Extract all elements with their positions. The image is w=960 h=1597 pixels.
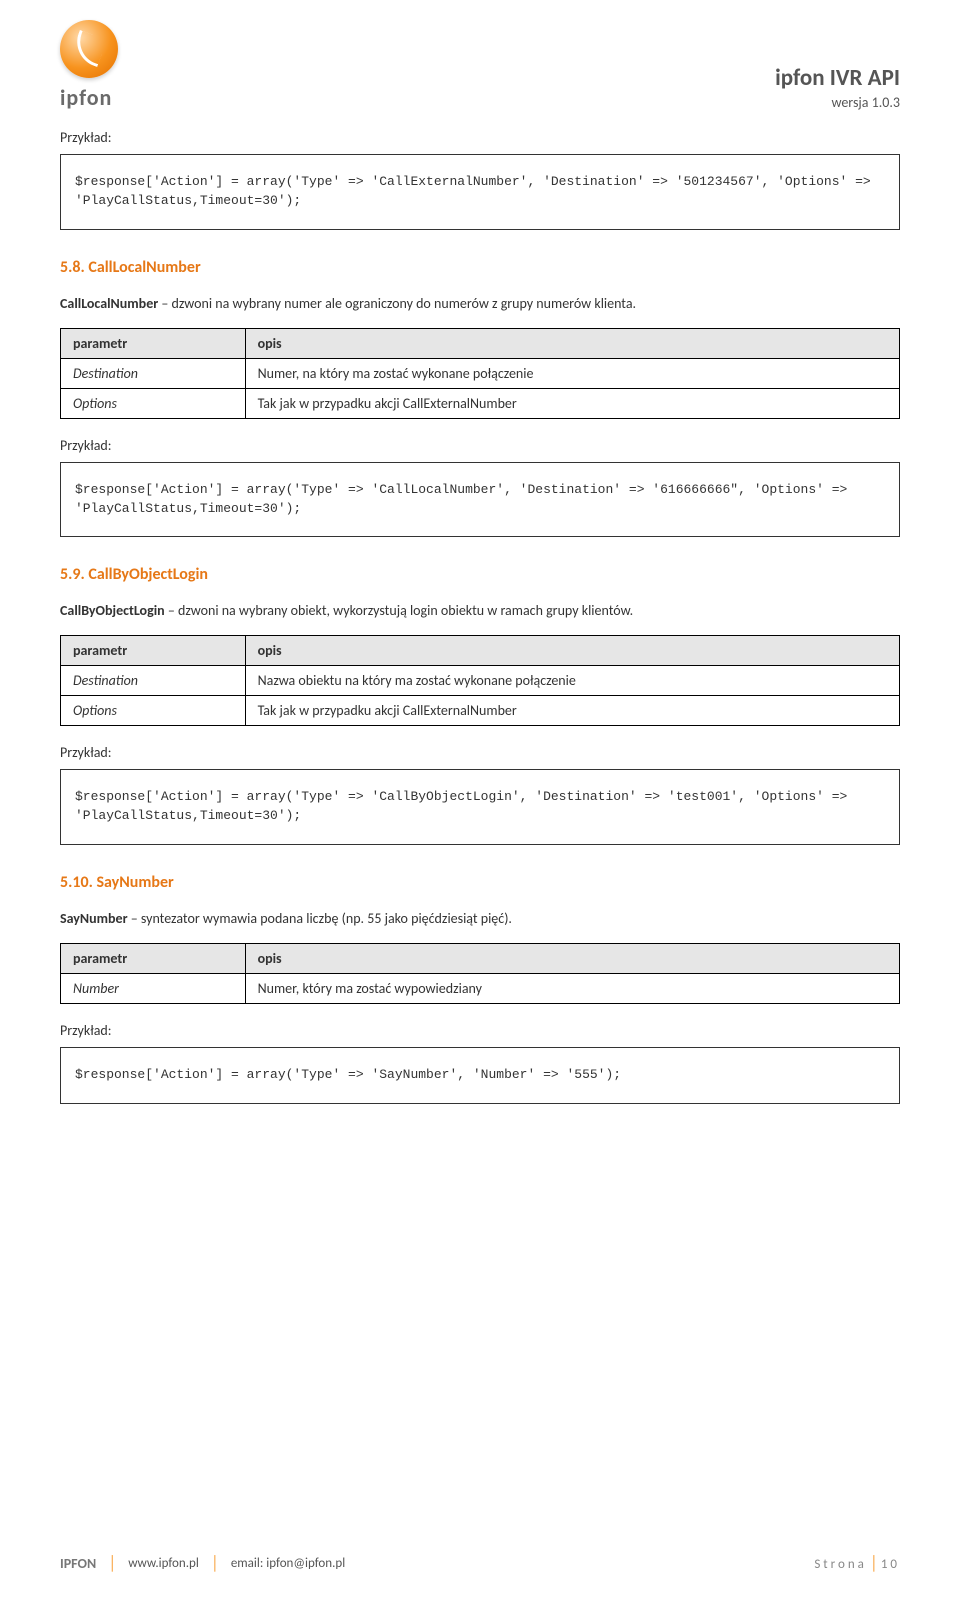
page-header: ipfon ipfon IVR API wersja 1.0.3 <box>60 20 900 111</box>
table-header-row: parametr opis <box>61 328 900 358</box>
table-row: Destination Nazwa obiektu na który ma zo… <box>61 666 900 696</box>
footer-left: IPFON │ www.ipfon.pl │ email: ipfon@ipfo… <box>60 1554 345 1573</box>
desc-text: – dzwoni na wybrany obiekt, wykorzystują… <box>165 602 634 619</box>
footer-email-value: ipfon@ipfon.pl <box>266 1556 345 1571</box>
param-desc-text: Tak jak w przypadku akcji CallExternalNu… <box>258 395 517 412</box>
code-example-1: $response['Action'] = array('Type' => 'C… <box>60 154 900 230</box>
th-desc: opis <box>245 328 899 358</box>
footer-email-label: email: <box>231 1556 266 1571</box>
th-param: parametr <box>61 944 246 974</box>
separator-icon: │ <box>870 1554 878 1573</box>
separator-icon: │ <box>108 1554 116 1573</box>
desc-bold-label: CallByObjectLogin <box>60 602 165 619</box>
code-example-3: $response['Action'] = array('Type' => 'C… <box>60 769 900 845</box>
table-row: Options Tak jak w przypadku akcji CallEx… <box>61 388 900 418</box>
code-example-4: $response['Action'] = array('Type' => 'S… <box>60 1047 900 1104</box>
section-title-5-8: 5.8. CallLocalNumber <box>60 258 900 277</box>
table-header-row: parametr opis <box>61 944 900 974</box>
doc-version: wersja 1.0.3 <box>775 94 900 111</box>
param-desc: Tak jak w przypadku akcji CallExternalNu… <box>245 388 899 418</box>
footer-right: Strona │ 10 <box>814 1554 900 1573</box>
param-name: Number <box>61 974 246 1004</box>
brand-logo-block: ipfon <box>60 20 118 111</box>
section-title-5-10: 5.10. SayNumber <box>60 873 900 892</box>
table-row: Options Tak jak w przypadku akcji CallEx… <box>61 696 900 726</box>
param-name: Options <box>61 388 246 418</box>
param-name: Options <box>61 696 246 726</box>
section-desc-5-10: SayNumber – syntezator wymawia podana li… <box>60 908 900 929</box>
th-desc: opis <box>245 636 899 666</box>
doc-title: ipfon IVR API <box>775 64 900 92</box>
section-desc-5-9: CallByObjectLogin – dzwoni na wybrany ob… <box>60 600 900 621</box>
table-header-row: parametr opis <box>61 636 900 666</box>
brand-name: ipfon <box>60 84 112 111</box>
table-row: Destination Numer, na który ma zostać wy… <box>61 358 900 388</box>
brand-logo-icon <box>60 20 118 78</box>
page-footer: IPFON │ www.ipfon.pl │ email: ipfon@ipfo… <box>60 1554 900 1573</box>
param-desc: Numer, na który ma zostać wykonane połąc… <box>245 358 899 388</box>
section-desc-5-8: CallLocalNumber – dzwoni na wybrany nume… <box>60 293 900 314</box>
table-row: Number Numer, który ma zostać wypowiedzi… <box>61 974 900 1004</box>
desc-bold-label: SayNumber <box>60 910 128 927</box>
th-desc: opis <box>245 944 899 974</box>
example-label: Przykład: <box>60 1022 900 1039</box>
param-table-5-8: parametr opis Destination Numer, na któr… <box>60 328 900 419</box>
example-label: Przykład: <box>60 437 900 454</box>
section-title-5-9: 5.9. CallByObjectLogin <box>60 565 900 584</box>
desc-text: – syntezator wymawia podana liczbę (np. … <box>128 910 512 927</box>
page-number: 10 <box>881 1557 900 1572</box>
param-desc: Numer, który ma zostać wypowiedziany <box>245 974 899 1004</box>
desc-bold-label: CallLocalNumber <box>60 295 158 312</box>
param-desc: Nazwa obiektu na który ma zostać wykonan… <box>245 666 899 696</box>
code-example-2: $response['Action'] = array('Type' => 'C… <box>60 462 900 538</box>
footer-brand: IPFON <box>60 1555 96 1572</box>
param-table-5-10: parametr opis Number Numer, który ma zos… <box>60 943 900 1004</box>
page-label: Strona <box>814 1557 867 1572</box>
param-name: Destination <box>61 358 246 388</box>
example-label: Przykład: <box>60 129 900 146</box>
param-name: Destination <box>61 666 246 696</box>
footer-email: email: ipfon@ipfon.pl <box>231 1556 345 1571</box>
param-desc: Tak jak w przypadku akcji CallExternalNu… <box>245 696 899 726</box>
separator-icon: │ <box>211 1554 219 1573</box>
doc-title-block: ipfon IVR API wersja 1.0.3 <box>775 64 900 111</box>
footer-site: www.ipfon.pl <box>128 1556 199 1571</box>
example-label: Przykład: <box>60 744 900 761</box>
th-param: parametr <box>61 636 246 666</box>
th-param: parametr <box>61 328 246 358</box>
desc-text: – dzwoni na wybrany numer ale ograniczon… <box>158 295 636 312</box>
param-table-5-9: parametr opis Destination Nazwa obiektu … <box>60 635 900 726</box>
